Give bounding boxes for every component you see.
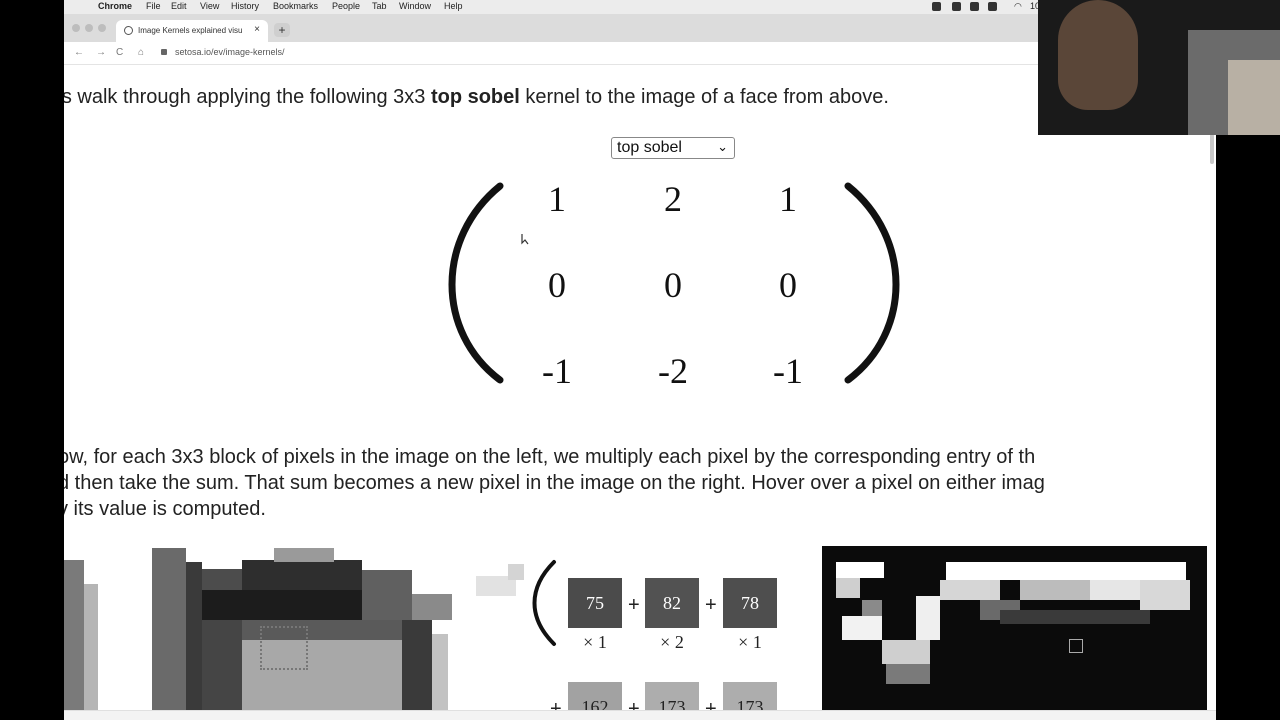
tab-close-icon[interactable]: × bbox=[254, 24, 260, 35]
pixel-block[interactable] bbox=[916, 596, 940, 640]
kernel-cell: -1 bbox=[773, 351, 803, 391]
screen-margin bbox=[1216, 135, 1280, 720]
pixel-block[interactable] bbox=[1000, 610, 1150, 624]
pixel-block[interactable] bbox=[84, 584, 98, 710]
status-icon[interactable] bbox=[970, 2, 979, 11]
pixel-block[interactable] bbox=[202, 620, 242, 710]
multiplier-label: × 2 bbox=[660, 632, 684, 652]
kernel-cell: 0 bbox=[779, 265, 797, 305]
pixel-block[interactable] bbox=[152, 548, 186, 710]
pixel-value: 75 bbox=[586, 593, 604, 613]
multiplier-label: × 1 bbox=[738, 632, 762, 652]
pixel-value-box[interactable]: 78 bbox=[723, 578, 777, 628]
page-content: 's walk through applying the following 3… bbox=[64, 64, 1216, 720]
intro-text-end: kernel to the image of a face from above… bbox=[519, 86, 889, 108]
pixel-block[interactable] bbox=[1020, 580, 1090, 600]
pixel-block[interactable] bbox=[508, 564, 524, 580]
pixel-block[interactable] bbox=[882, 640, 930, 664]
favicon-icon bbox=[124, 26, 133, 35]
status-icon[interactable] bbox=[952, 2, 961, 11]
pixel-value-box[interactable]: 82 bbox=[645, 578, 699, 628]
pixel-value: 78 bbox=[741, 593, 759, 613]
hover-pixel-marker bbox=[1069, 639, 1083, 653]
selection-window bbox=[260, 626, 308, 670]
output-pixel-image[interactable] bbox=[822, 546, 1207, 712]
reload-icon[interactable]: C bbox=[116, 47, 123, 58]
webcam-background-shape bbox=[1228, 60, 1280, 135]
intro-paragraph: 's walk through applying the following 3… bbox=[64, 86, 889, 109]
kernel-cell: 1 bbox=[548, 179, 566, 219]
forward-icon[interactable]: → bbox=[96, 47, 106, 58]
plus-sign: + bbox=[705, 594, 717, 616]
wifi-icon[interactable]: ◠ bbox=[1014, 1, 1022, 12]
menu-edit[interactable]: Edit bbox=[171, 1, 187, 11]
zoom-window-button[interactable] bbox=[98, 24, 106, 32]
explanation-line: v its value is computed. bbox=[64, 498, 266, 520]
pixel-value: 82 bbox=[663, 593, 681, 613]
multiplier-label: × 1 bbox=[583, 632, 607, 652]
menu-chrome[interactable]: Chrome bbox=[98, 1, 132, 11]
new-tab-button[interactable]: + bbox=[274, 23, 290, 37]
kernel-name-bold: top sobel bbox=[430, 86, 520, 108]
kernel-cell: 2 bbox=[664, 179, 682, 219]
pixel-block[interactable] bbox=[836, 578, 860, 598]
plus-sign: + bbox=[628, 594, 640, 616]
pixel-block[interactable] bbox=[412, 594, 452, 620]
pixel-block[interactable] bbox=[946, 562, 1186, 580]
horizontal-scrollbar[interactable] bbox=[64, 710, 1216, 720]
pixel-block[interactable] bbox=[1090, 580, 1140, 600]
kernel-cell: 0 bbox=[664, 265, 682, 305]
menu-help[interactable]: Help bbox=[444, 1, 463, 11]
intro-text: 's walk through applying the following 3… bbox=[64, 86, 431, 108]
pixel-block[interactable] bbox=[432, 634, 448, 710]
pixel-block[interactable] bbox=[842, 616, 882, 640]
pixel-block[interactable] bbox=[940, 580, 1000, 600]
status-icon[interactable] bbox=[988, 2, 997, 11]
kernel-cell: -2 bbox=[658, 351, 688, 391]
pixel-value-box[interactable]: 75 bbox=[568, 578, 622, 628]
menu-bookmarks[interactable]: Bookmarks bbox=[273, 1, 318, 11]
menu-file[interactable]: File bbox=[146, 1, 161, 11]
mouse-cursor-icon bbox=[521, 234, 529, 245]
kernel-cell: -1 bbox=[542, 351, 572, 391]
chevron-down-icon: ⌄ bbox=[717, 139, 728, 154]
tab-title: Image Kernels explained visu bbox=[138, 26, 243, 35]
webcam-face bbox=[1058, 0, 1138, 110]
explanation-line: ow, for each 3x3 block of pixels in the … bbox=[64, 446, 1036, 468]
tab-image-kernels[interactable]: Image Kernels explained visu × bbox=[116, 20, 268, 42]
pixel-block[interactable] bbox=[886, 664, 930, 684]
kernel-cell: 1 bbox=[779, 179, 797, 219]
minimize-window-button[interactable] bbox=[85, 24, 93, 32]
kernel-cell: 0 bbox=[548, 265, 566, 305]
matrix-close-paren bbox=[844, 182, 900, 384]
pixel-block[interactable] bbox=[186, 562, 202, 710]
pixel-block[interactable] bbox=[64, 560, 84, 710]
menu-tab[interactable]: Tab bbox=[372, 1, 387, 11]
kernel-select-value: top sobel bbox=[617, 139, 682, 156]
webcam-overlay bbox=[1038, 0, 1280, 135]
vertical-scrollbar[interactable] bbox=[1210, 134, 1214, 164]
lock-icon bbox=[161, 49, 167, 55]
kernel-select[interactable]: top sobel ⌄ bbox=[611, 137, 735, 159]
computation-open-paren bbox=[532, 560, 556, 646]
back-icon[interactable]: ← bbox=[74, 47, 84, 58]
menu-window[interactable]: Window bbox=[399, 1, 431, 11]
menu-history[interactable]: History bbox=[231, 1, 259, 11]
home-icon[interactable]: ⌂ bbox=[138, 47, 144, 58]
pixel-block[interactable] bbox=[836, 562, 884, 578]
pixel-block[interactable] bbox=[274, 548, 334, 562]
menu-view[interactable]: View bbox=[200, 1, 219, 11]
pixel-block[interactable] bbox=[242, 560, 362, 590]
pixel-block[interactable] bbox=[402, 620, 432, 710]
pixel-block[interactable] bbox=[362, 570, 412, 620]
status-icon[interactable] bbox=[932, 2, 941, 11]
address-bar[interactable]: setosa.io/ev/image-kernels/ bbox=[175, 47, 285, 57]
pixel-block[interactable] bbox=[1140, 580, 1190, 610]
explanation-line: d then take the sum. That sum becomes a … bbox=[64, 472, 1045, 494]
close-window-button[interactable] bbox=[72, 24, 80, 32]
menu-people[interactable]: People bbox=[332, 1, 360, 11]
pixel-block[interactable] bbox=[862, 600, 882, 616]
